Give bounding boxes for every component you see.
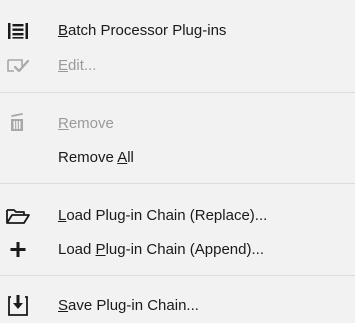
context-menu: Batch Processor Plug-ins Edit... Remove … xyxy=(0,0,355,316)
menu-item-label: Batch Processor Plug-ins xyxy=(58,22,227,39)
menu-item-save-plugin-chain[interactable]: Save Plug-in Chain... xyxy=(0,289,355,323)
menu-item-batch-processor-plugins[interactable]: Batch Processor Plug-ins xyxy=(0,14,355,48)
menu-item-load-plugin-chain-replace[interactable]: Load Plug-in Chain (Replace)... xyxy=(0,199,355,233)
menu-item-label: Edit... xyxy=(58,57,97,74)
menu-item-remove-all[interactable]: Remove All xyxy=(0,141,355,175)
menu-separator xyxy=(0,92,355,93)
plus-icon xyxy=(5,233,31,267)
batch-list-icon xyxy=(5,14,31,48)
menu-separator xyxy=(0,275,355,276)
menu-item-load-plugin-chain-append[interactable]: Load Plug-in Chain (Append)... xyxy=(0,233,355,267)
menu-item-label: Remove xyxy=(58,115,114,132)
menu-separator xyxy=(0,183,355,184)
menu-item-label: Remove All xyxy=(58,149,134,166)
save-download-icon xyxy=(5,289,31,323)
menu-item-label: Save Plug-in Chain... xyxy=(58,297,199,314)
folder-open-icon xyxy=(5,199,31,233)
menu-item-label: Load Plug-in Chain (Append)... xyxy=(58,241,264,258)
trash-icon xyxy=(5,107,31,141)
edit-check-icon xyxy=(5,49,31,83)
menu-item-remove[interactable]: Remove xyxy=(0,107,355,141)
menu-item-label: Load Plug-in Chain (Replace)... xyxy=(58,207,268,224)
menu-item-edit[interactable]: Edit... xyxy=(0,49,355,83)
